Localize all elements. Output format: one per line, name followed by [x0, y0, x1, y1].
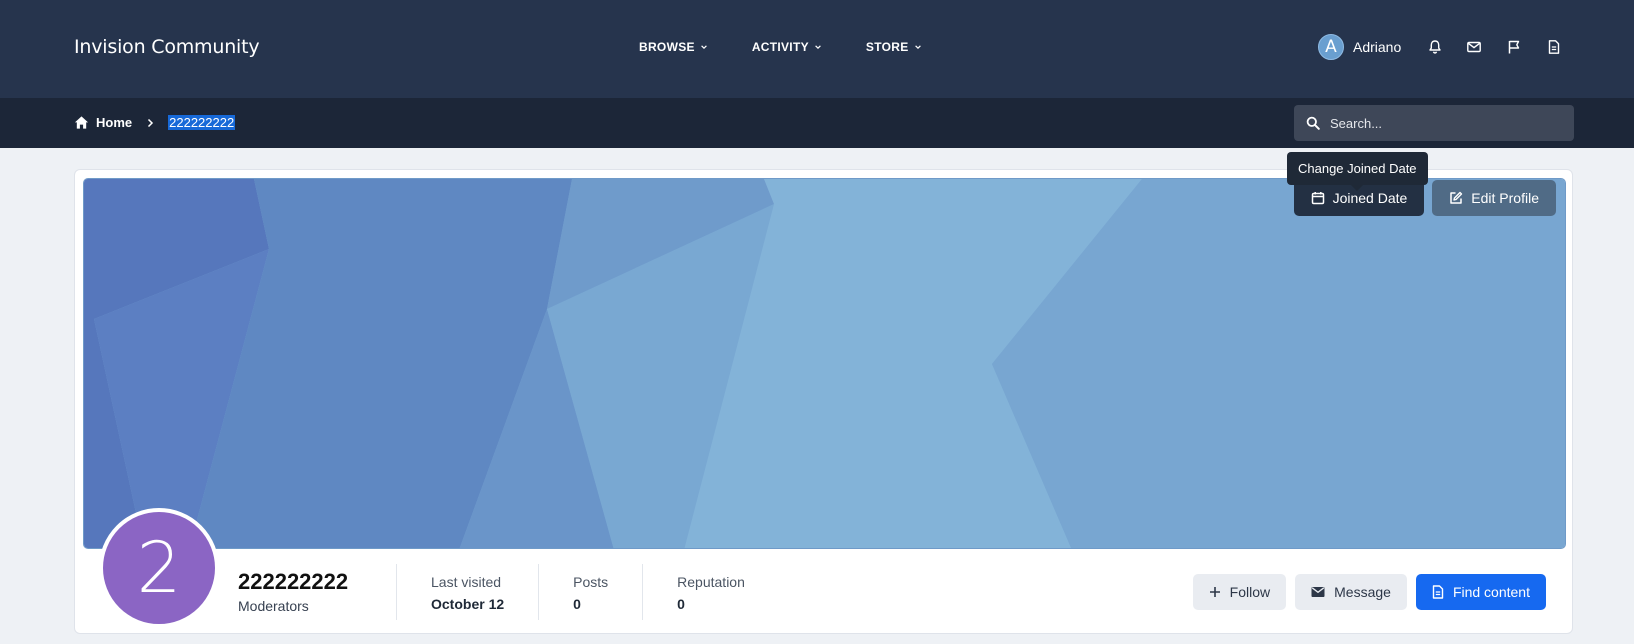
profile-name: 222222222: [238, 569, 349, 594]
chevron-down-icon: [914, 45, 921, 50]
site-logo[interactable]: Invision Community: [74, 36, 260, 58]
breadcrumb-current: 222222222: [168, 115, 236, 130]
nav-store[interactable]: STORE: [866, 40, 922, 54]
stat-reputation: Reputation 0: [642, 564, 779, 620]
nav-browse-label: BROWSE: [639, 40, 695, 54]
find-content-label: Find content: [1452, 584, 1530, 600]
message-button[interactable]: Message: [1295, 574, 1407, 610]
calendar-icon: [1311, 192, 1324, 205]
breadcrumb-home[interactable]: Home: [96, 115, 132, 130]
nav-activity-label: ACTIVITY: [751, 40, 809, 54]
document-icon: [1549, 40, 1560, 54]
profile-stats: Last visited October 12 Posts 0 Reputati…: [396, 564, 779, 620]
stat-value: 0: [677, 596, 685, 612]
stat-label: Posts: [573, 574, 609, 590]
messages-button[interactable]: [1464, 37, 1484, 57]
profile-avatar: 2: [99, 508, 219, 628]
user-menu[interactable]: Adriano: [1353, 39, 1401, 55]
search-icon: [1306, 116, 1320, 130]
envelope-icon: [1311, 587, 1325, 597]
chevron-right-icon: [148, 118, 154, 127]
stat-label: Last visited: [431, 574, 502, 590]
joined-date-label: Joined Date: [1332, 190, 1408, 206]
chevron-down-icon: [700, 45, 707, 50]
user-bar: A Adriano: [1318, 34, 1564, 60]
stat-value: October 12: [431, 596, 505, 612]
find-content-button[interactable]: Find content: [1415, 574, 1546, 610]
document-icon: [1432, 585, 1444, 599]
flag-icon: [1509, 40, 1520, 54]
nav-activity[interactable]: ACTIVITY: [752, 40, 822, 54]
profile-group: Moderators: [238, 598, 309, 614]
follow-button[interactable]: Follow: [1192, 574, 1287, 610]
profile-card: Joined Date Edit Profile 2 222222222 Mod…: [74, 169, 1573, 634]
profile-actions: Follow Message Find content: [1192, 574, 1546, 610]
plus-icon: [1209, 587, 1220, 597]
content-button[interactable]: [1544, 37, 1564, 57]
nav-store-label: STORE: [865, 40, 909, 54]
stat-posts: Posts 0: [538, 564, 642, 620]
stat-value: 0: [573, 596, 581, 612]
stat-last-visited: Last visited October 12: [396, 564, 538, 620]
cover-photo: [83, 178, 1566, 549]
user-avatar[interactable]: A: [1318, 34, 1344, 60]
notifications-button[interactable]: [1425, 37, 1445, 57]
breadcrumb-bar: Home 222222222: [0, 98, 1634, 148]
reports-button[interactable]: [1504, 37, 1524, 57]
joined-date-tooltip: Change Joined Date: [1287, 152, 1428, 191]
message-label: Message: [1334, 584, 1391, 600]
cover-actions: Joined Date Edit Profile: [1293, 180, 1556, 216]
follow-label: Follow: [1229, 584, 1271, 600]
bell-icon: [1429, 40, 1441, 54]
edit-profile-button[interactable]: Edit Profile: [1432, 180, 1556, 216]
search-box: [1294, 105, 1574, 141]
envelope-icon: [1467, 41, 1482, 53]
site-header: Invision Community BROWSE ACTIVITY STORE…: [0, 0, 1634, 98]
nav-browse[interactable]: BROWSE: [639, 40, 708, 54]
cover-pattern: [84, 179, 1565, 548]
edit-icon: [1450, 191, 1463, 204]
breadcrumb: Home 222222222: [74, 115, 236, 130]
main-navigation: BROWSE ACTIVITY STORE: [639, 40, 966, 54]
edit-profile-label: Edit Profile: [1471, 190, 1539, 206]
home-icon: [74, 116, 89, 129]
chevron-down-icon: [815, 45, 821, 50]
stat-label: Reputation: [677, 574, 745, 590]
search-input[interactable]: [1330, 115, 1550, 131]
